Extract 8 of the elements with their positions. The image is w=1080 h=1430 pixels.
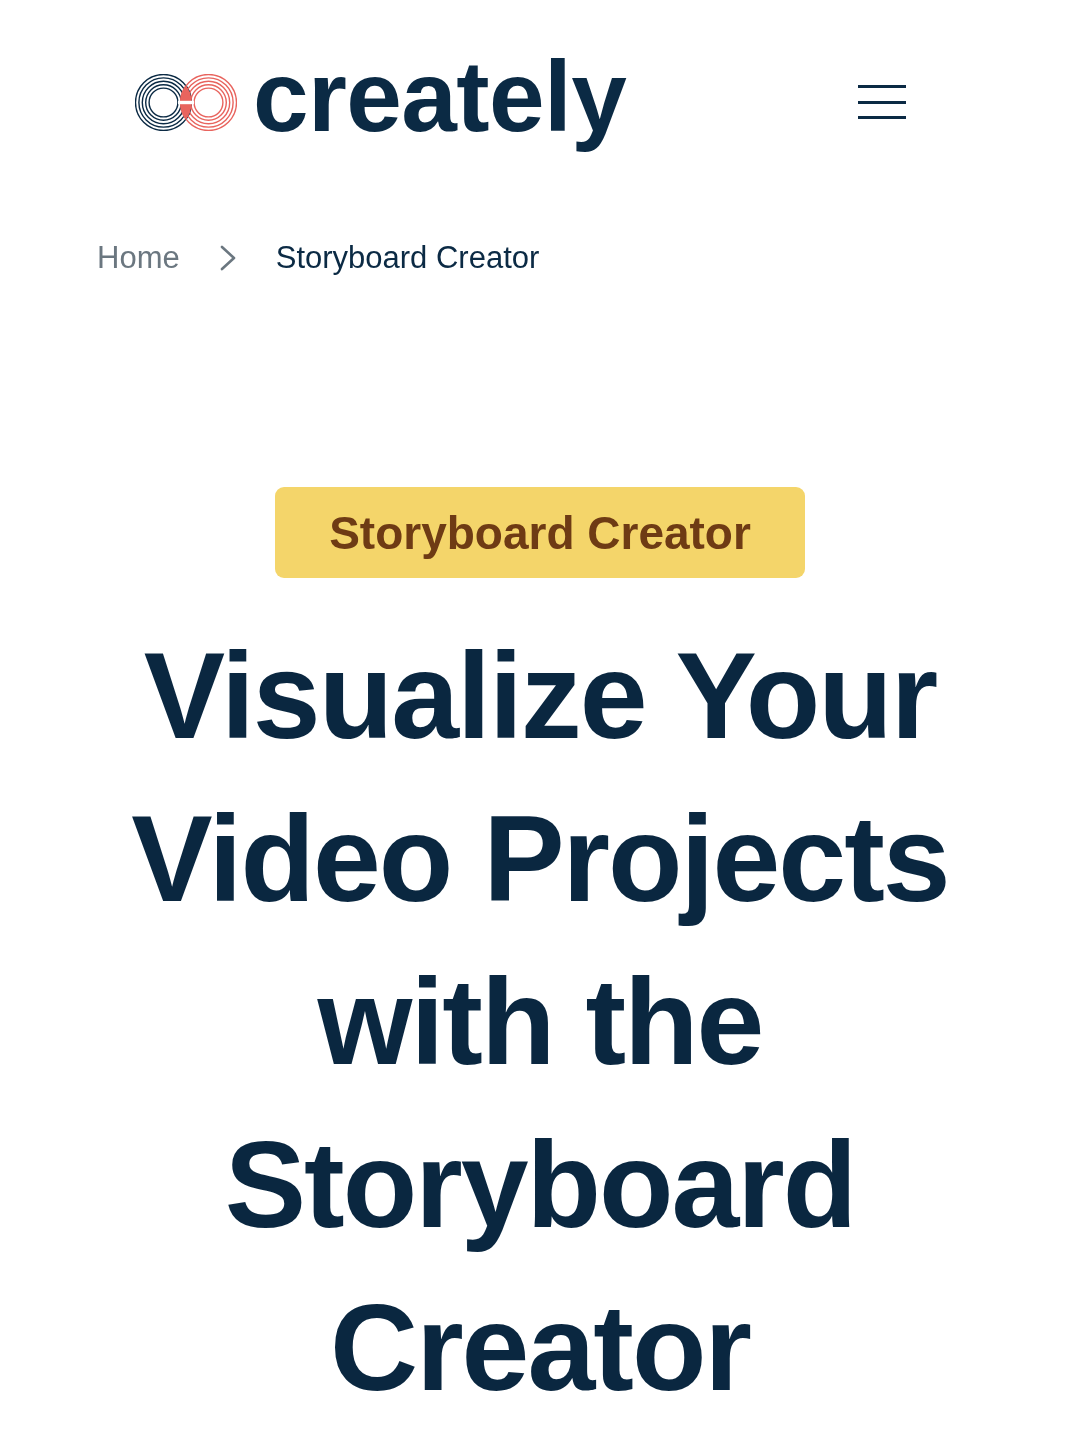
category-badge: Storyboard Creator xyxy=(275,487,805,578)
page-heading: Visualize Your Video Projects with the Storyboard Creator xyxy=(130,627,950,1418)
breadcrumb-link[interactable]: Home xyxy=(97,238,180,278)
chevron-right-icon xyxy=(219,245,236,271)
logo[interactable]: creately xyxy=(135,39,627,165)
breadcrumb-current-page: Storyboard Creator xyxy=(275,239,540,277)
menu-button[interactable] xyxy=(858,85,906,119)
logo-mark-icon xyxy=(135,73,237,131)
